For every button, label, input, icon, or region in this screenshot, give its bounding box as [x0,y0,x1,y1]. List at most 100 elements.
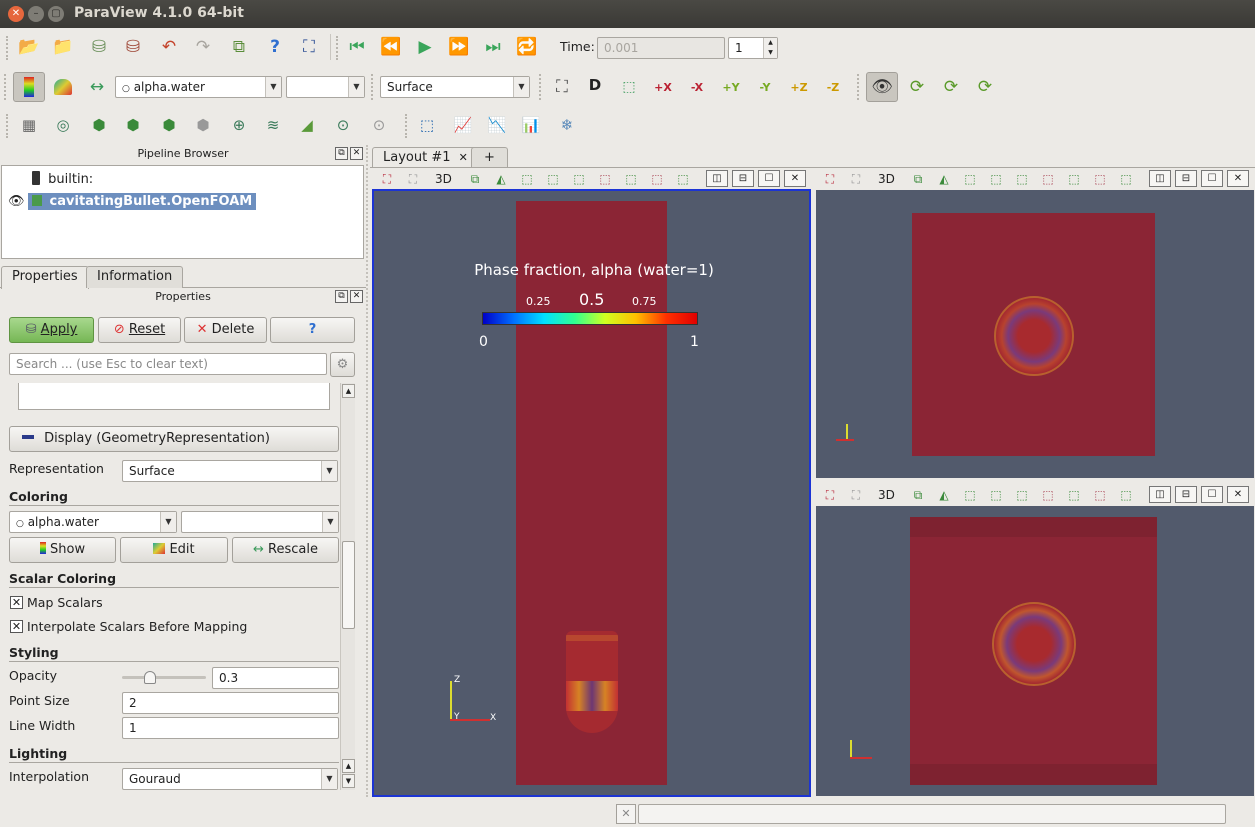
edit-colormap-button[interactable]: Edit [120,537,228,563]
reset-camera-icon[interactable]: ⛶ [549,74,575,100]
help-icon[interactable]: ? [262,34,288,60]
ray-cast-icon[interactable]: ❄ [554,112,580,138]
extract-level-icon[interactable]: ⊙ [366,112,392,138]
view-plus-y-icon[interactable]: +Y [718,74,744,100]
opacity-field[interactable]: 0.3 [212,667,339,689]
redo-icon[interactable]: ↷ [190,34,216,60]
color-component-combo[interactable]: ▼ [286,76,365,98]
maximize-view-button[interactable]: ☐ [1201,170,1223,187]
select-frustum-icon[interactable]: ⬚ [987,487,1005,503]
close-view-button[interactable]: ✕ [1227,170,1249,187]
properties-textarea[interactable] [18,383,330,410]
split-vertical-button[interactable]: ⊟ [1175,486,1197,503]
next-frame-icon[interactable]: ⏩ [446,34,472,60]
coloring-array-select[interactable]: ○ alpha.water ▼ [9,511,177,533]
timestep-spinbox[interactable]: 1 ▲ ▼ [728,37,778,59]
slice-icon[interactable]: ⬢ [120,112,146,138]
representation-combo[interactable]: Surface ▼ [380,76,530,98]
help-button[interactable]: ? [270,317,355,343]
rescale-button[interactable]: ↔ Rescale [232,537,339,563]
maximize-window-button[interactable]: ▢ [48,6,64,22]
glyph-icon[interactable]: ⊕ [226,112,252,138]
extract-subset-icon[interactable]: ⬢ [190,112,216,138]
disconnect-server-icon[interactable]: ⛁ [120,34,146,60]
split-vertical-button[interactable]: ⊟ [732,170,754,187]
select-cells-icon[interactable]: ◭ [935,487,953,503]
play-icon[interactable]: ▶ [412,34,438,60]
hover-points-icon[interactable]: ⬚ [1091,487,1109,503]
maximize-view-button[interactable]: ☐ [1201,486,1223,503]
view-plus-z-icon[interactable]: +Z [786,74,812,100]
properties-scrollbar[interactable]: ▲ ▲ ▼ [340,383,355,790]
split-vertical-button[interactable]: ⊟ [1175,170,1197,187]
grow-selection-icon[interactable]: ⬚ [1117,171,1135,187]
plot-over-line-icon[interactable]: 📉 [484,112,510,138]
toolbar-grip[interactable] [6,114,10,138]
first-frame-icon[interactable]: ⏮ [344,34,370,60]
calculator-icon[interactable]: ▦ [16,112,42,138]
toolbar-grip[interactable] [336,36,340,60]
capture-icon[interactable]: ⧉ [909,171,927,187]
view-minus-x-icon[interactable]: -X [684,74,710,100]
view-mode-label[interactable]: 3D [878,171,895,187]
toolbar-grip[interactable] [405,114,409,138]
render-view-left[interactable]: Phase fraction, alpha (water=1) 0.25 0.5… [372,189,811,797]
rotation-center-icon[interactable]: ⟳ [972,74,998,100]
pick-center-icon[interactable]: ⟳ [938,74,964,100]
capture-icon[interactable]: ⧉ [909,487,927,503]
scroll-up-icon[interactable]: ▲ [342,759,355,773]
interactive-select-icon[interactable]: ⬚ [1039,487,1057,503]
display-section-header[interactable]: Display (GeometryRepresentation) [9,426,339,452]
select-block-icon[interactable]: ⬚ [570,171,588,187]
clip-icon[interactable]: ⬢ [86,112,112,138]
view-plus-x-icon[interactable]: +X [650,74,676,100]
toolbar-grip[interactable] [6,36,10,60]
zoom-to-box-icon[interactable]: ⬚ [616,74,642,100]
minimize-window-button[interactable]: – [28,6,44,22]
close-panel-icon[interactable]: ✕ [350,290,363,303]
tab-information[interactable]: Information [86,266,184,288]
toolbar-grip[interactable] [539,74,543,100]
loop-icon[interactable]: 🔁 [514,34,540,60]
render-view-right-bottom[interactable] [816,506,1254,796]
apply-button[interactable]: ⛁ Apply [9,317,94,343]
scrollbar-thumb[interactable] [342,541,355,629]
search-input[interactable]: Search ... (use Esc to clear text) [9,353,327,375]
reset-center-icon[interactable]: ⟳ [904,74,930,100]
tab-new-layout[interactable]: + [471,147,508,167]
scroll-down-icon[interactable]: ▼ [342,774,355,788]
close-panel-icon[interactable]: ✕ [350,147,363,160]
camera-link-icon[interactable]: ⛶ [847,487,865,503]
connect-server-icon[interactable]: ⛁ [86,34,112,60]
color-array-combo[interactable]: ○ alpha.water ▼ [115,76,282,98]
panel-splitter[interactable] [366,145,370,797]
scroll-up-icon[interactable]: ▲ [342,384,355,398]
representation-select[interactable]: Surface ▼ [122,460,338,482]
show-colorbar-button[interactable]: Show [9,537,116,563]
pipeline-item-cavitatingbullet[interactable]: cavitatingBullet.OpenFOAM [28,193,257,210]
select-points-icon[interactable]: ⬚ [961,171,979,187]
close-window-button[interactable]: ✕ [8,6,24,22]
tab-properties[interactable]: Properties [1,266,89,289]
maximize-view-button[interactable]: ☐ [758,170,780,187]
tab-layout-1[interactable]: Layout #1 ✕ [372,147,479,167]
time-value-field[interactable]: 0.001 [597,37,725,59]
delete-button[interactable]: ✕ Delete [184,317,267,343]
histogram-icon[interactable]: 📊 [518,112,544,138]
plot-over-time-icon[interactable]: 📈 [450,112,476,138]
point-size-field[interactable]: 2 [122,692,339,714]
color-legend-toggle[interactable] [13,72,45,102]
split-view-icon[interactable]: ⛶ [821,487,839,503]
camera-link-icon[interactable]: ⛶ [847,171,865,187]
edit-color-map-icon[interactable] [50,74,76,100]
render-view-right-top[interactable] [816,190,1254,478]
split-horizontal-button[interactable]: ◫ [1149,486,1171,503]
reset-session-icon[interactable]: ⧉ [226,34,252,60]
toolbar-grip[interactable] [371,74,375,100]
interpolate-scalars-checkbox[interactable]: ✕ [10,620,23,633]
grow-selection-icon[interactable]: ⬚ [1117,487,1135,503]
view-mode-label[interactable]: 3D [435,171,452,187]
split-view-icon[interactable]: ⛶ [378,171,396,187]
stream-tracer-icon[interactable]: ≋ [260,112,286,138]
undock-icon[interactable]: ⧉ [335,147,348,160]
